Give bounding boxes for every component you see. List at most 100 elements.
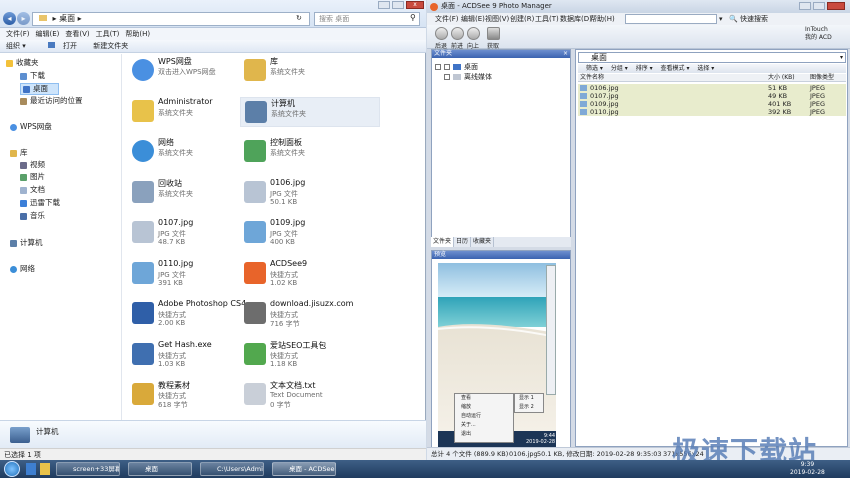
file-type: JPEG [810, 84, 825, 92]
back-button[interactable]: 后退 [433, 27, 449, 50]
checkbox[interactable] [444, 64, 450, 70]
file-item[interactable]: 爱站SEO工具包 快捷方式 1.18 KB [240, 340, 380, 370]
clock[interactable]: 9:39 2019-02-28 [790, 461, 825, 477]
view-mode-button[interactable]: 查看模式 ▾ [661, 65, 690, 72]
file-item[interactable]: 文本文档.txt Text Document 0 字节 [240, 380, 380, 410]
nav-computer[interactable]: 计算机 [10, 238, 43, 248]
context-item-autorun[interactable]: 自动运行 [461, 412, 513, 421]
refresh-icon[interactable]: ↻ [296, 14, 302, 22]
taskbar-button-1[interactable]: screen+33屏幕软件... [56, 462, 120, 476]
acquire-button[interactable]: 获取 [485, 27, 501, 50]
menu-tools[interactable]: 工具(T) [96, 30, 120, 38]
url-shortcut-icon [244, 302, 266, 324]
back-button[interactable]: ◂ [3, 12, 16, 25]
file-item[interactable]: 控制面板 系统文件夹 [240, 137, 380, 167]
explorer-window: ◂ ▸ ▸ 桌面 ▸ ↻ 搜索 桌面 ⚲ x 文件(F) 编辑(E) 查看(V) 工具… [0, 0, 426, 460]
search-input[interactable]: 搜索 桌面 [314, 12, 420, 26]
nav-xunlei[interactable]: 迅雷下载 [20, 198, 60, 208]
forward-button[interactable]: 前进 [449, 27, 465, 50]
quick-search-dropdown[interactable]: ▾ [719, 13, 723, 25]
nav-wps[interactable]: WPS网盘 [10, 122, 52, 132]
group-button[interactable]: 分组 ▾ [611, 65, 628, 72]
file-item-name: 文本文档.txt [270, 381, 316, 390]
col-filename[interactable]: 文件名称 [580, 74, 604, 82]
maximize-button[interactable] [392, 1, 404, 9]
select-button[interactable]: 选择 ▾ [697, 65, 714, 72]
sort-button[interactable]: 排序 ▾ [636, 65, 653, 72]
close-icon[interactable]: × [563, 50, 570, 58]
nav-videos[interactable]: 视频 [20, 160, 45, 170]
minimize-button[interactable] [799, 2, 811, 10]
file-row[interactable]: 0107.jpg 49 KB JPEG [578, 92, 846, 100]
quicklaunch-icon[interactable] [40, 463, 50, 475]
context-item-about[interactable]: 关于... [461, 421, 513, 430]
nav-recent[interactable]: 最近访问的位置 [20, 96, 83, 106]
context-item-view[interactable]: 查看 [461, 394, 513, 403]
nav-downloads[interactable]: 下载 [20, 71, 45, 81]
menu-edit[interactable]: 编辑(E) [461, 13, 485, 25]
file-item[interactable]: ACDSee9 快捷方式 1.02 KB [240, 259, 380, 289]
quick-search-input[interactable] [625, 14, 717, 24]
organize-button[interactable]: 组织 ▾ [6, 42, 26, 50]
address-input[interactable]: ▸ 桌面 ▸ [32, 12, 310, 26]
user-folder-icon [132, 99, 154, 122]
taskbar-button-2[interactable]: 桌面 [128, 462, 192, 476]
minimize-button[interactable] [378, 1, 390, 9]
menu-tools[interactable]: 工具(T) [535, 13, 559, 25]
close-button[interactable] [827, 2, 845, 10]
taskbar-button-4[interactable]: 桌面 - ACDSee 9... [272, 462, 336, 476]
checkbox[interactable] [444, 74, 450, 80]
acd-brand[interactable]: InTouch 我的 ACD [805, 26, 847, 48]
file-item[interactable]: 库系统文件夹 [240, 56, 380, 86]
file-row[interactable]: 0110.jpg 392 KB JPEG [578, 108, 846, 116]
nav-downloads-label: 下载 [30, 71, 45, 80]
menu-file[interactable]: 文件(F) [435, 13, 459, 25]
file-row[interactable]: 0109.jpg 401 KB JPEG [578, 100, 846, 108]
open-button[interactable]: 打开 [42, 42, 77, 50]
path-bar[interactable]: 桌面 ▾ [578, 52, 846, 63]
nav-network[interactable]: 网络 [10, 264, 35, 274]
filter-button[interactable]: 筛选 ▾ [586, 65, 603, 72]
menu-create[interactable]: 创建(R) [510, 13, 534, 25]
tab-calendar[interactable]: 日历 [454, 237, 472, 247]
file-row[interactable]: 0106.jpg 51 KB JPEG [578, 84, 846, 92]
context-item-exit[interactable]: 退出 [461, 430, 513, 439]
menu-view[interactable]: 查看(V) [65, 30, 89, 38]
new-folder-button[interactable]: 新建文件夹 [93, 42, 128, 50]
menu-file[interactable]: 文件(F) [6, 30, 30, 38]
tree-item-desktop[interactable]: 桌面 [435, 62, 478, 72]
nav-desktop[interactable]: 桌面 [20, 83, 59, 95]
close-button[interactable]: x [406, 1, 424, 9]
taskbar-button-3[interactable]: C:\Users\Admi... [200, 462, 264, 476]
file-item[interactable]: download.jisuzx.com 快捷方式 716 字节 [240, 299, 380, 329]
jpg-file-icon [244, 180, 266, 203]
submenu-display-2[interactable]: 显示 2 [519, 403, 543, 412]
nav-libraries[interactable]: 库 [10, 148, 28, 158]
quick-search-button[interactable]: 🔍 快速搜索 [729, 13, 768, 25]
menu-view[interactable]: 视图(V) [485, 13, 509, 25]
file-item[interactable]: 计算机 系统文件夹 [240, 96, 380, 127]
start-button[interactable] [4, 461, 20, 477]
forward-button[interactable]: ▸ [17, 12, 30, 25]
nav-favorites[interactable]: 收藏夹 [6, 58, 39, 68]
tree-item-offline[interactable]: 离线媒体 [444, 72, 492, 82]
menu-database[interactable]: 数据库(D) [560, 13, 592, 25]
nav-documents[interactable]: 文档 [20, 185, 45, 195]
nav-pictures[interactable]: 图片 [20, 172, 45, 182]
quicklaunch-icon[interactable] [26, 463, 36, 475]
maximize-button[interactable] [813, 2, 825, 10]
menu-help[interactable]: 帮助(H) [590, 13, 615, 25]
vertical-icon-strip[interactable] [546, 265, 556, 395]
file-item[interactable]: 0106.jpg JPG 文件 50.1 KB [240, 178, 380, 208]
context-item-zoom[interactable]: 缩放 [461, 403, 513, 412]
submenu-display-1[interactable]: 显示 1 [519, 394, 543, 403]
col-type[interactable]: 图像类型 [810, 74, 834, 82]
file-item[interactable]: 0109.jpg JPG 文件 400 KB [240, 218, 380, 248]
menu-help[interactable]: 帮助(H) [125, 30, 150, 38]
up-button[interactable]: 向上 [465, 27, 481, 50]
menu-edit[interactable]: 编辑(E) [36, 30, 60, 38]
col-size[interactable]: 大小 (KB) [768, 74, 795, 82]
nav-music[interactable]: 音乐 [20, 211, 45, 221]
tab-folders[interactable]: 文件夹 [431, 237, 455, 247]
tab-favorites[interactable]: 收藏夹 [471, 237, 495, 247]
